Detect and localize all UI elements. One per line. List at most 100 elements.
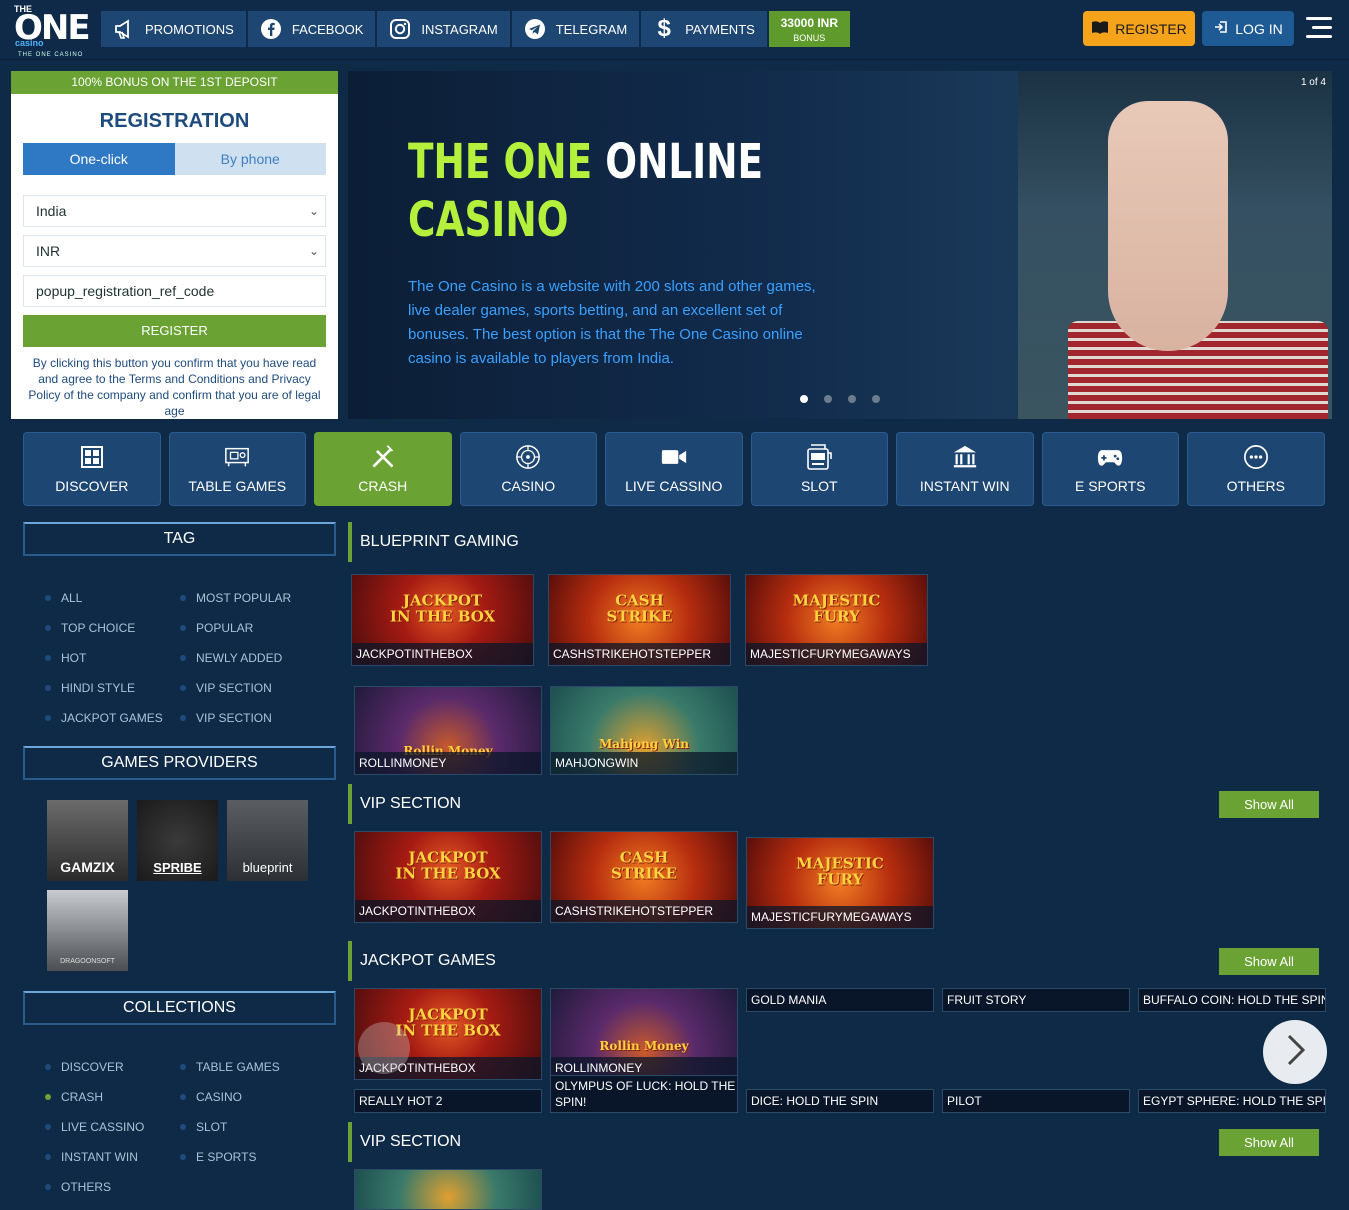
game-tile[interactable]: MAJESTIC FURY MAJESTICFURYMEGAWAYS <box>746 837 934 929</box>
bullet-icon <box>180 1094 186 1100</box>
collection-label: CASINO <box>196 1090 243 1104</box>
category-label: LIVE CASSINO <box>625 478 723 494</box>
tag-label: HOT <box>61 651 87 665</box>
game-tile[interactable]: CASH STRIKE CASHSTRIKEHOTSTEPPER <box>548 574 731 666</box>
tag-item[interactable]: VIP SECTION <box>180 710 330 726</box>
game-tile[interactable]: EGYPT SPHERE: HOLD THE SPIN <box>1138 1089 1326 1113</box>
game-tile[interactable]: Rollin Money ROLLINMONEY <box>354 686 542 775</box>
category-crash[interactable]: CRASH <box>314 432 452 506</box>
tag-item[interactable]: HINDI STYLE <box>45 680 180 696</box>
game-tile[interactable]: DICE: HOLD THE SPIN <box>746 1089 934 1113</box>
currency-select[interactable]: INR ⌄ <box>23 235 326 267</box>
tag-label: ALL <box>61 591 83 605</box>
nav-payments[interactable]: $ PAYMENTS <box>641 11 767 47</box>
provider-gamzix[interactable]: GAMZIX <box>47 800 128 881</box>
tag-item[interactable]: MOST POPULAR <box>180 590 330 606</box>
game-name: FRUIT STORY <box>943 989 1129 1011</box>
show-all-button[interactable]: Show All <box>1219 791 1319 818</box>
tag-item[interactable]: ALL <box>45 590 180 606</box>
slide-dot-2[interactable] <box>824 395 832 403</box>
country-select[interactable]: India ⌄ <box>23 195 326 227</box>
category-discover[interactable]: DISCOVER <box>23 432 161 506</box>
tag-item[interactable]: TOP CHOICE <box>45 620 180 636</box>
game-tile[interactable]: JACKPOT IN THE BOX JACKPOTINTHEBOX <box>351 574 534 666</box>
provider-label: SPRIBE <box>153 860 202 875</box>
game-tile[interactable]: Rollin Money ROLLINMONEY <box>550 988 738 1080</box>
nav-facebook[interactable]: FACEBOOK <box>247 11 376 47</box>
game-tile[interactable]: OLYMPUS OF LUCK: HOLD THE SPIN! <box>550 1075 738 1113</box>
game-tile[interactable] <box>354 1169 542 1210</box>
bullet-icon <box>180 1064 186 1070</box>
nav-promotions[interactable]: PROMOTIONS <box>101 11 246 47</box>
roulette-icon <box>515 444 541 470</box>
collection-item[interactable]: INSTANT WIN <box>45 1149 180 1165</box>
provider-label: GAMZIX <box>60 859 115 875</box>
site-logo[interactable]: THE ONE casino THE ONE CASINO <box>12 4 91 58</box>
tag-item[interactable]: NEWLY ADDED <box>180 650 330 666</box>
registration-panel: 100% BONUS ON THE 1ST DEPOSIT REGISTRATI… <box>11 71 338 419</box>
show-all-button[interactable]: Show All <box>1219 1129 1319 1156</box>
game-tile[interactable]: REALLY HOT 2 <box>354 1089 542 1113</box>
collection-item[interactable]: LIVE CASSINO <box>45 1119 180 1135</box>
register-book-icon <box>1091 20 1109 37</box>
category-casino[interactable]: CASINO <box>459 432 597 506</box>
collection-label: SLOT <box>196 1120 228 1134</box>
game-tile[interactable]: PILOT <box>942 1089 1130 1113</box>
provider-dragoonsoft[interactable]: DRAGOONSOFT <box>47 890 128 971</box>
show-all-button[interactable]: Show All <box>1219 948 1319 975</box>
collection-item[interactable]: CRASH <box>45 1089 180 1105</box>
collection-item[interactable]: E SPORTS <box>180 1149 330 1165</box>
tab-one-click[interactable]: One-click <box>23 143 175 175</box>
category-table-games[interactable]: TABLE GAMES <box>168 432 306 506</box>
gamepad-icon <box>1097 444 1123 470</box>
carousel-prev-button[interactable] <box>358 1022 410 1074</box>
game-tile[interactable]: FRUIT STORY <box>942 988 1130 1012</box>
game-name: REALLY HOT 2 <box>355 1090 541 1112</box>
collection-item[interactable]: TABLE GAMES <box>180 1059 330 1075</box>
tag-item[interactable]: VIP SECTION <box>180 680 330 696</box>
ref-code-placeholder: popup_registration_ref_code <box>36 283 215 299</box>
tag-item[interactable]: POPULAR <box>180 620 330 636</box>
provider-blueprint[interactable]: blueprint <box>227 800 308 881</box>
game-art <box>355 1170 541 1209</box>
bullet-icon <box>180 1124 186 1130</box>
registration-submit-button[interactable]: REGISTER <box>23 315 326 347</box>
hamburger-menu-icon[interactable] <box>1306 17 1332 39</box>
category-e-sports[interactable]: E SPORTS <box>1041 432 1179 506</box>
collection-item[interactable]: DISCOVER <box>45 1059 180 1075</box>
ref-code-input[interactable]: popup_registration_ref_code <box>23 275 326 307</box>
login-button[interactable]: LOG IN <box>1202 11 1294 46</box>
tag-item[interactable]: JACKPOT GAMES <box>45 710 180 726</box>
tag-item[interactable]: HOT <box>45 650 180 666</box>
game-name: ROLLINMONEY <box>355 752 541 774</box>
category-instant-win[interactable]: INSTANT WIN <box>896 432 1034 506</box>
game-tile[interactable]: CASH STRIKE CASHSTRIKEHOTSTEPPER <box>550 831 738 923</box>
collection-item[interactable]: SLOT <box>180 1119 330 1135</box>
game-name: PILOT <box>943 1090 1129 1112</box>
tag-label: MOST POPULAR <box>196 591 292 605</box>
game-tile[interactable]: JACKPOT IN THE BOX JACKPOTINTHEBOX <box>354 831 542 923</box>
game-tile[interactable]: MAJESTIC FURY MAJESTICFURYMEGAWAYS <box>745 574 928 666</box>
game-tile[interactable]: Mahjong Win MAHJONGWIN <box>550 686 738 775</box>
category-slot[interactable]: SLOT <box>750 432 888 506</box>
nav-telegram[interactable]: TELEGRAM <box>511 11 640 47</box>
bonus-chip[interactable]: 33000 INR BONUS <box>768 11 850 47</box>
nav-instagram[interactable]: INSTAGRAM <box>377 11 510 47</box>
game-tile[interactable]: GOLD MANIA <box>746 988 934 1012</box>
slide-dot-1[interactable] <box>800 395 808 403</box>
bullet-icon <box>180 685 186 691</box>
game-tile[interactable]: BUFFALO COIN: HOLD THE SPIN <box>1138 988 1326 1012</box>
register-button[interactable]: REGISTER <box>1083 11 1195 46</box>
logo-tagline: THE ONE CASINO <box>18 52 84 58</box>
slide-dot-4[interactable] <box>872 395 880 403</box>
game-name: MAHJONGWIN <box>551 752 737 774</box>
category-live-cassino[interactable]: LIVE CASSINO <box>605 432 743 506</box>
category-others[interactable]: OTHERS <box>1187 432 1325 506</box>
hero-banner[interactable]: 1 of 4 THE ONE ONLINE CASINO The One Cas… <box>348 71 1332 419</box>
collection-item[interactable]: OTHERS <box>45 1179 180 1195</box>
collection-item[interactable]: CASINO <box>180 1089 330 1105</box>
slide-dot-3[interactable] <box>848 395 856 403</box>
tab-by-phone[interactable]: By phone <box>174 143 326 175</box>
provider-spribe[interactable]: SPRIBE <box>137 800 218 881</box>
carousel-next-button[interactable] <box>1263 1020 1327 1084</box>
